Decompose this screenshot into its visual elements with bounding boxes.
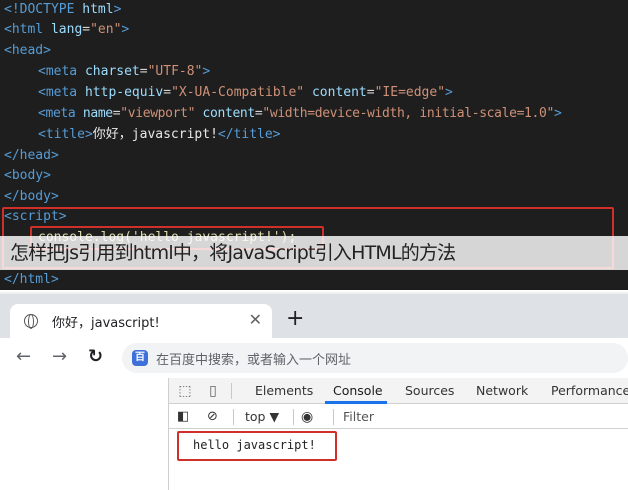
- code-token: name: [82, 106, 113, 121]
- tab-title: 你好，javascript!: [52, 316, 160, 331]
- globe-icon: [24, 314, 38, 329]
- code-token: "IE=edge": [374, 85, 446, 100]
- new-tab-button[interactable]: +: [286, 308, 304, 330]
- code-line-head-open: <head>: [4, 41, 51, 61]
- divider: [233, 409, 234, 425]
- tab-performance[interactable]: Performance: [551, 383, 628, 398]
- console-output: hello javascript!: [169, 430, 628, 490]
- browser-tab[interactable]: 你好，javascript! ✕: [10, 304, 272, 338]
- log-message-highlight: [177, 431, 337, 461]
- code-token: </title>: [217, 127, 281, 142]
- code-line-meta-viewport: <meta name="viewport" content="width=dev…: [38, 106, 562, 121]
- code-line-head-close: </head>: [4, 146, 59, 166]
- code-token: </body>: [4, 189, 59, 204]
- code-line-doctype: <!DOCTYPE html>: [4, 0, 121, 20]
- code-token: "viewport": [120, 106, 196, 121]
- address-bar-placeholder: 在百度中搜索，或者输入一个网址: [156, 353, 352, 368]
- back-arrow-icon[interactable]: ←: [16, 346, 31, 368]
- code-token: "UTF-8": [147, 64, 203, 79]
- code-token: html: [82, 2, 114, 17]
- code-token: content: [202, 106, 256, 121]
- code-token: >: [113, 2, 122, 17]
- code-token: <body>: [4, 168, 51, 183]
- code-token: "X-UA-Compatible": [171, 85, 305, 100]
- code-token: 你好，javascript!: [92, 127, 218, 142]
- reload-icon[interactable]: ↻: [88, 346, 103, 368]
- tab-network[interactable]: Network: [476, 383, 528, 398]
- tab-sources[interactable]: Sources: [405, 383, 454, 398]
- code-token: "width=device-width, initial-scale=1.0": [262, 106, 554, 121]
- browser-toolbar: ← → ↻ 百 在百度中搜索，或者输入一个网址: [0, 338, 628, 378]
- tab-console[interactable]: Console: [333, 383, 383, 398]
- code-token: <!DOCTYPE: [4, 2, 75, 17]
- console-toolbar: ◧ ⊘ top ▼ ◉ Filter: [169, 405, 628, 429]
- divider: [333, 409, 334, 425]
- code-line-html-close: </html>: [4, 270, 59, 290]
- code-line-title: <title>你好，javascript!</title>: [38, 125, 281, 145]
- code-token: >: [553, 106, 562, 121]
- code-token: </html>: [4, 272, 59, 287]
- close-icon[interactable]: ✕: [249, 310, 262, 329]
- eye-icon[interactable]: ◉: [301, 409, 313, 425]
- code-line-html-open: <html lang="en">: [4, 22, 130, 37]
- baidu-icon: 百: [132, 350, 148, 366]
- code-token: <head>: [4, 43, 51, 58]
- code-line-meta-charset: <meta charset="UTF-8">: [38, 64, 211, 79]
- clear-console-icon[interactable]: ⊘: [207, 409, 218, 424]
- article-title-overlay: 怎样把js引用到html中，将JavaScript引入HTML的方法: [0, 236, 628, 270]
- divider: [231, 383, 232, 399]
- code-token: content: [311, 85, 367, 100]
- code-token: <meta: [38, 64, 78, 79]
- code-token: >: [121, 22, 130, 37]
- context-selector[interactable]: top ▼: [245, 409, 279, 424]
- tab-elements[interactable]: Elements: [255, 383, 313, 398]
- divider: [293, 409, 294, 425]
- page-content: [0, 378, 168, 490]
- code-token: <html: [4, 22, 44, 37]
- code-token: http-equiv: [84, 85, 164, 100]
- code-token: <meta: [38, 106, 76, 121]
- address-bar[interactable]: 百 在百度中搜索，或者输入一个网址: [122, 343, 628, 373]
- code-line-meta-http-equiv: <meta http-equiv="X-UA-Compatible" conte…: [38, 85, 453, 100]
- code-token: <meta: [38, 85, 78, 100]
- devtools-tabbar: ⬚ ▯ Elements Console Sources Network Per…: [169, 378, 628, 404]
- browser-window: 你好，javascript! ✕ + ← → ↻ 百 在百度中搜索，或者输入一个…: [0, 292, 628, 490]
- filter-input[interactable]: Filter: [343, 409, 374, 424]
- forward-arrow-icon[interactable]: →: [52, 346, 67, 368]
- code-token: "en": [90, 22, 122, 37]
- code-line-body-open: <body>: [4, 166, 51, 186]
- code-line-body-close: </body>: [4, 187, 59, 207]
- active-tab-indicator: [325, 401, 387, 404]
- devtools-panel: ⬚ ▯ Elements Console Sources Network Per…: [168, 378, 628, 490]
- code-token: >: [445, 85, 453, 100]
- code-token: charset: [84, 64, 140, 79]
- code-token: </head>: [4, 148, 59, 163]
- inspect-element-icon[interactable]: ⬚: [177, 383, 193, 399]
- device-toolbar-icon[interactable]: ▯: [205, 383, 221, 399]
- code-token: lang: [50, 22, 83, 37]
- code-token: <title>: [38, 127, 93, 142]
- sidebar-toggle-icon[interactable]: ◧: [177, 409, 189, 424]
- code-token: >: [202, 64, 211, 79]
